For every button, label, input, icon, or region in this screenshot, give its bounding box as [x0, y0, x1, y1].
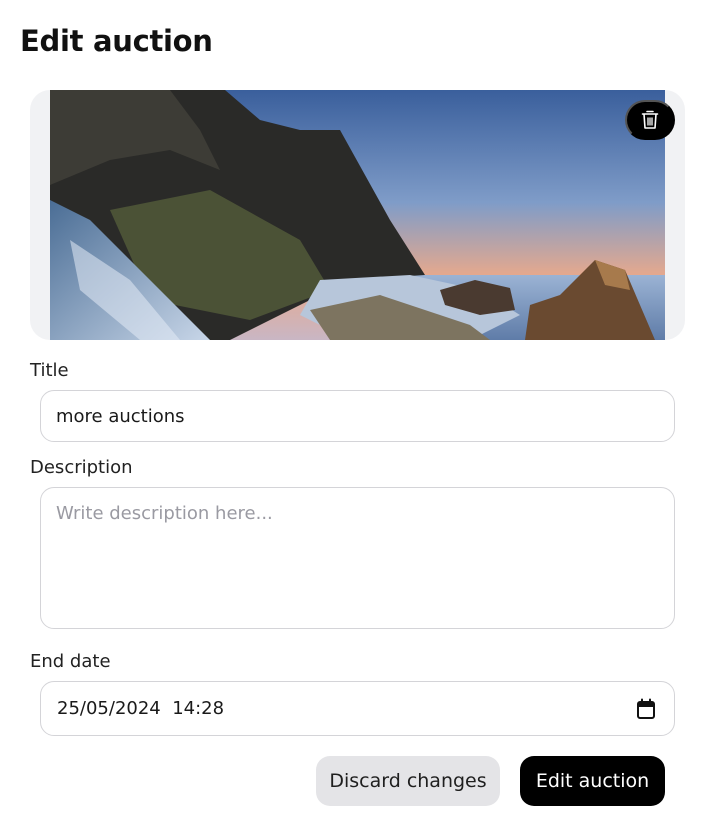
- description-label: Description: [30, 457, 133, 478]
- description-textarea[interactable]: [40, 487, 675, 629]
- end-date-value: 25/05/2024 14:28: [57, 698, 225, 719]
- edit-auction-button[interactable]: Edit auction: [520, 756, 665, 806]
- trash-icon: [641, 110, 659, 129]
- calendar-icon[interactable]: [636, 698, 656, 720]
- title-input[interactable]: [40, 390, 675, 442]
- auction-image-preview: [30, 90, 685, 340]
- page-title: Edit auction: [20, 24, 213, 58]
- title-label: Title: [30, 360, 69, 381]
- delete-image-button[interactable]: [625, 100, 675, 140]
- end-date-label: End date: [30, 651, 111, 672]
- end-date-input[interactable]: 25/05/2024 14:28: [40, 681, 675, 736]
- auction-photo: [50, 90, 665, 340]
- discard-changes-button[interactable]: Discard changes: [316, 756, 500, 806]
